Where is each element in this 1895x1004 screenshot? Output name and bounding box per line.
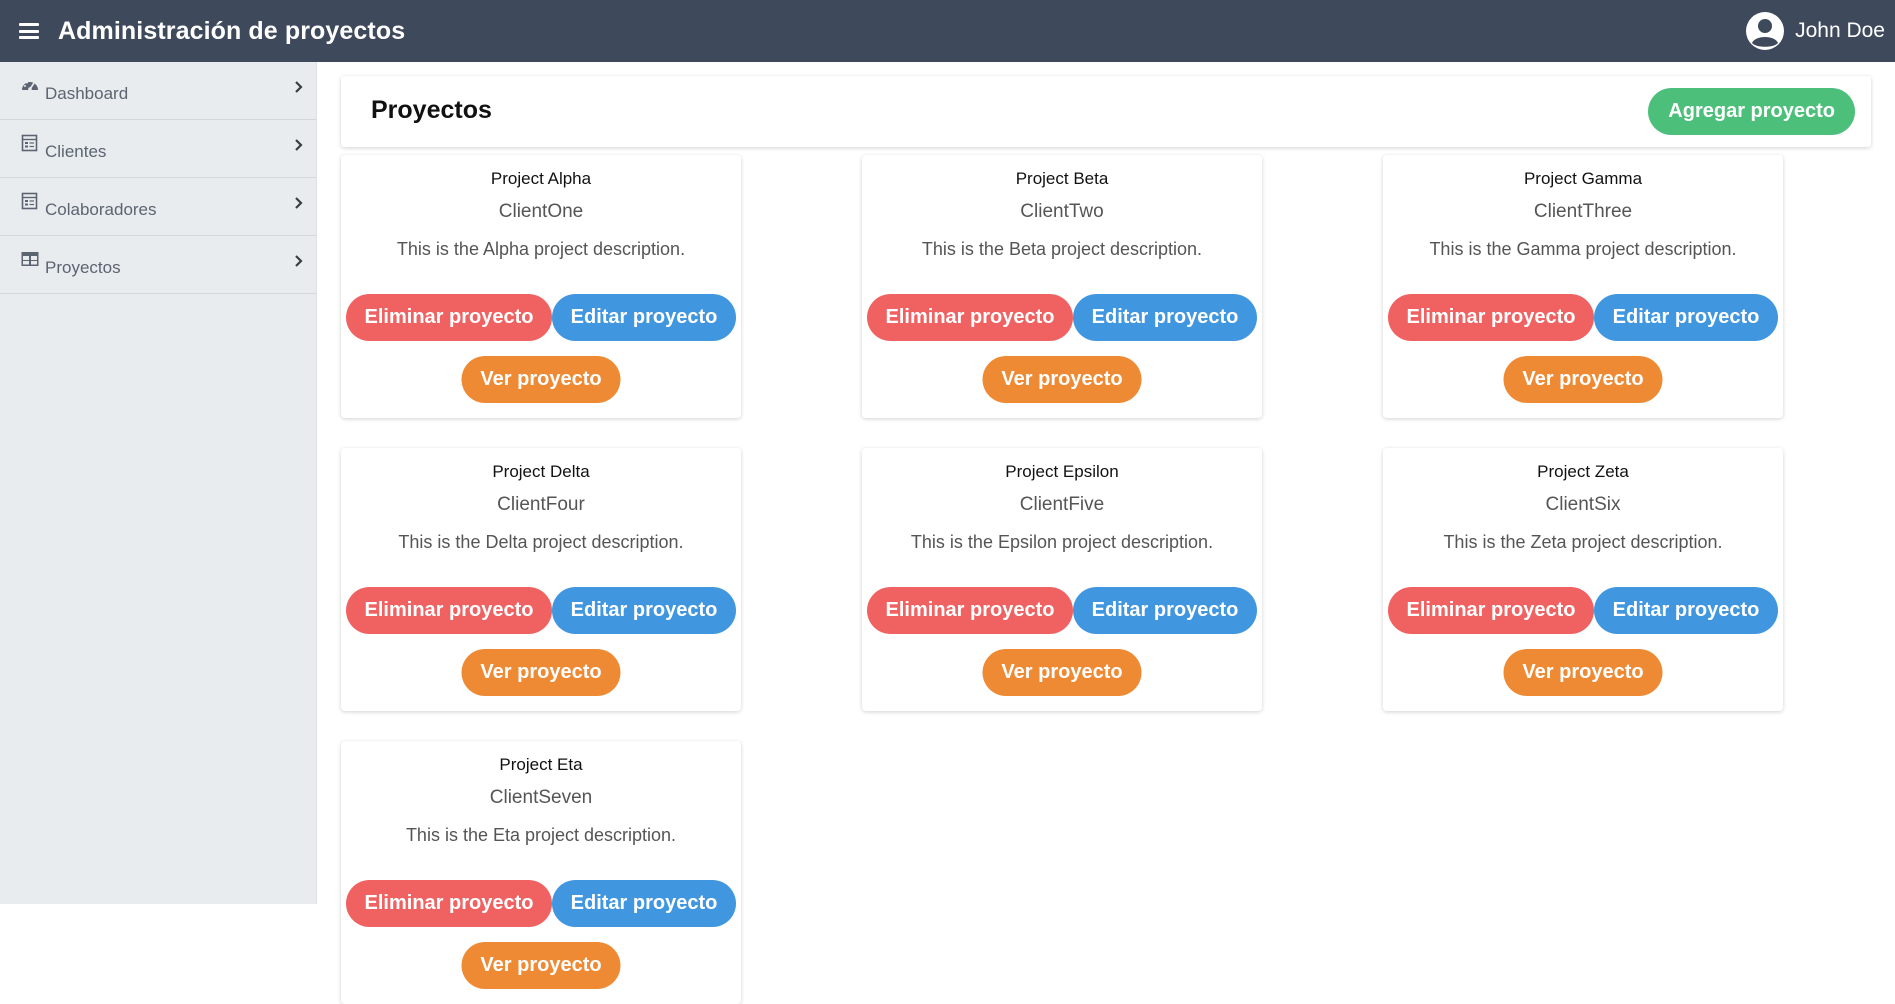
project-name: Project Eta (499, 755, 583, 774)
edit-project-button[interactable]: Editar proyecto (1073, 587, 1257, 634)
project-card: Project Gamma ClientThree This is the Ga… (1383, 155, 1783, 418)
sidebar-item-clientes[interactable]: Clientes (0, 120, 316, 178)
edit-project-button[interactable]: Editar proyecto (1073, 294, 1257, 341)
sidebar-item-proyectos[interactable]: Proyectos (0, 236, 316, 294)
main-content: Proyectos Agregar proyecto Project Alpha… (317, 62, 1895, 1004)
delete-project-button[interactable]: Eliminar proyecto (346, 294, 552, 341)
view-project-button[interactable]: Ver proyecto (982, 649, 1142, 696)
view-project-button[interactable]: Ver proyecto (461, 942, 621, 989)
hamburger-icon (19, 23, 39, 39)
app-title: Administración de proyectos (58, 16, 406, 45)
delete-project-button[interactable]: Eliminar proyecto (867, 294, 1073, 341)
page-title: Proyectos (371, 96, 492, 124)
page-header: Proyectos Agregar proyecto (341, 76, 1871, 147)
project-name: Project Zeta (1537, 462, 1629, 481)
project-card: Project Eta ClientSeven This is the Eta … (341, 741, 741, 1004)
sidebar-item-label: Clientes (45, 141, 107, 161)
view-project-button[interactable]: Ver proyecto (461, 356, 621, 403)
project-client: ClientFour (497, 494, 585, 515)
view-project-button[interactable]: Ver proyecto (982, 356, 1142, 403)
edit-project-button[interactable]: Editar proyecto (1594, 587, 1778, 634)
collaborators-icon (21, 192, 38, 209)
project-name: Project Beta (1015, 169, 1109, 188)
delete-project-button[interactable]: Eliminar proyecto (1388, 587, 1594, 634)
clients-icon (21, 134, 38, 151)
project-description: This is the Epsilon project description. (910, 532, 1214, 552)
sidebar-item-label: Proyectos (45, 257, 121, 277)
chevron-right-icon (295, 255, 303, 267)
edit-project-button[interactable]: Editar proyecto (552, 294, 736, 341)
project-card: Project Alpha ClientOne This is the Alph… (341, 155, 741, 418)
project-client: ClientSeven (489, 787, 593, 808)
project-card: Project Epsilon ClientFive This is the E… (862, 448, 1262, 711)
user-menu[interactable]: John Doe (1745, 0, 1885, 62)
chevron-right-icon (295, 197, 303, 209)
project-client: ClientOne (498, 201, 584, 222)
user-avatar-icon (1746, 12, 1785, 50)
project-name: Project Gamma (1523, 169, 1643, 188)
edit-project-button[interactable]: Editar proyecto (552, 587, 736, 634)
project-client: ClientSix (1545, 494, 1621, 515)
view-project-button[interactable]: Ver proyecto (1503, 356, 1663, 403)
project-description: This is the Gamma project description. (1429, 239, 1737, 259)
project-card: Project Zeta ClientSix This is the Zeta … (1383, 448, 1783, 711)
project-name: Project Epsilon (1005, 462, 1119, 481)
sidebar-item-dashboard[interactable]: Dashboard (0, 62, 316, 120)
project-grid: Project Alpha ClientOne This is the Alph… (341, 155, 1891, 1004)
project-client: ClientThree (1533, 201, 1633, 222)
project-client: ClientTwo (1020, 201, 1104, 222)
project-name: Project Alpha (490, 169, 592, 188)
sidebar: Dashboard Clientes Colaboradores Proyect… (0, 62, 317, 904)
sidebar-item-label: Colaboradores (45, 199, 157, 219)
project-client: ClientFive (1019, 494, 1105, 515)
delete-project-button[interactable]: Eliminar proyecto (346, 587, 552, 634)
sidebar-item-label: Dashboard (45, 83, 129, 103)
menu-button[interactable] (0, 0, 58, 62)
edit-project-button[interactable]: Editar proyecto (1594, 294, 1778, 341)
chevron-right-icon (295, 81, 303, 93)
chevron-right-icon (295, 139, 303, 151)
user-name: John Doe (1795, 19, 1885, 42)
view-project-button[interactable]: Ver proyecto (1503, 649, 1663, 696)
view-project-button[interactable]: Ver proyecto (461, 649, 621, 696)
project-name: Project Delta (492, 462, 590, 481)
project-card: Project Beta ClientTwo This is the Beta … (862, 155, 1262, 418)
project-card: Project Delta ClientFour This is the Del… (341, 448, 741, 711)
dashboard-icon (22, 79, 38, 91)
project-description: This is the Beta project description. (921, 239, 1203, 259)
projects-table-icon (21, 251, 39, 266)
project-description: This is the Eta project description. (405, 825, 677, 845)
project-description: This is the Delta project description. (398, 532, 684, 552)
add-project-button[interactable]: Agregar proyecto (1648, 88, 1855, 135)
delete-project-button[interactable]: Eliminar proyecto (867, 587, 1073, 634)
top-bar: Administración de proyectos John Doe (0, 0, 1895, 62)
project-description: This is the Alpha project description. (396, 239, 686, 259)
sidebar-item-colaboradores[interactable]: Colaboradores (0, 178, 316, 236)
delete-project-button[interactable]: Eliminar proyecto (1388, 294, 1594, 341)
project-description: This is the Zeta project description. (1443, 532, 1723, 552)
